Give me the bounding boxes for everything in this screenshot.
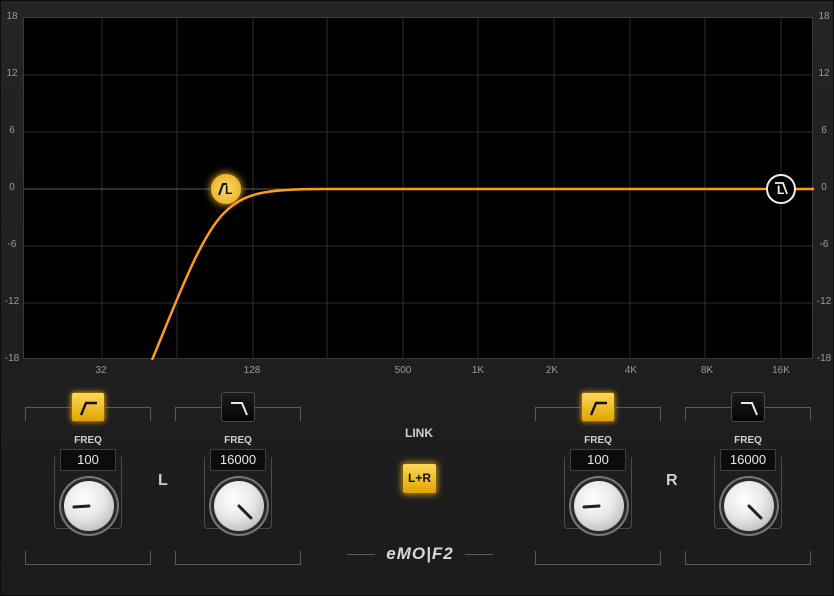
right-lowpass-toggle-button[interactable] bbox=[731, 392, 765, 422]
left-lowpass-freq-knob[interactable] bbox=[214, 481, 264, 531]
db-label-left-minus6: -6 bbox=[7, 239, 17, 250]
right-channel-label: R bbox=[666, 472, 678, 489]
freq-label-500: 500 bbox=[394, 365, 412, 376]
link-lr-button[interactable]: L+R bbox=[402, 463, 437, 494]
response-curve-svg bbox=[24, 18, 814, 360]
left-channel-label: L bbox=[158, 472, 168, 489]
knob-pointer-icon bbox=[237, 504, 253, 520]
lowpass-handle[interactable]: L bbox=[766, 174, 796, 204]
db-label-right-minus12: -12 bbox=[816, 296, 832, 307]
db-label-right-18: 18 bbox=[818, 11, 830, 22]
knob-pointer-icon bbox=[72, 504, 91, 509]
db-label-left-18: 18 bbox=[6, 11, 18, 22]
lowpass-filter-icon bbox=[741, 402, 758, 416]
freq-label-2k: 2K bbox=[545, 365, 559, 376]
highpass-handle-letter: L bbox=[225, 183, 233, 197]
right-highpass-freq-knob[interactable] bbox=[574, 481, 624, 531]
emo-f2-logo: eMO|F2 bbox=[347, 543, 493, 565]
db-label-left-6: 6 bbox=[9, 125, 15, 136]
db-label-left-minus18: -18 bbox=[4, 353, 20, 364]
filter-response-graph[interactable]: L L bbox=[23, 17, 814, 360]
left-highpass-bracket-bottom bbox=[25, 551, 151, 565]
db-label-right-12: 12 bbox=[818, 68, 830, 79]
freq-label-32: 32 bbox=[95, 365, 107, 376]
right-highpass-freq-caption: FREQ bbox=[584, 435, 612, 446]
left-lowpass-bracket-bottom bbox=[175, 551, 301, 565]
db-label-right-minus6: -6 bbox=[819, 239, 829, 250]
left-highpass-freq-knob[interactable] bbox=[64, 481, 114, 531]
left-highpass-freq-caption: FREQ bbox=[74, 435, 102, 446]
highpass-filter-icon bbox=[79, 401, 97, 416]
left-lowpass-freq-caption: FREQ bbox=[224, 435, 252, 446]
freq-label-16k: 16K bbox=[772, 365, 790, 376]
db-label-right-minus18: -18 bbox=[816, 353, 832, 364]
db-label-right-6: 6 bbox=[821, 125, 827, 136]
logo-line-right bbox=[465, 554, 493, 555]
emo-f2-plugin-window: 18 12 6 0 -6 -12 -18 18 12 6 0 -6 -12 -1… bbox=[0, 0, 834, 596]
freq-label-4k: 4K bbox=[624, 365, 638, 376]
logo-line-left bbox=[347, 554, 375, 555]
highpass-handle[interactable]: L bbox=[210, 173, 242, 205]
link-caption: LINK bbox=[405, 426, 433, 440]
response-curve bbox=[150, 187, 814, 360]
db-label-right-0: 0 bbox=[821, 182, 827, 193]
db-label-left-12: 12 bbox=[6, 68, 18, 79]
db-label-left-0: 0 bbox=[9, 182, 15, 193]
right-lowpass-bracket-bottom bbox=[685, 551, 811, 565]
knob-pointer-icon bbox=[582, 504, 601, 509]
right-lowpass-freq-caption: FREQ bbox=[734, 435, 762, 446]
right-highpass-bracket-bottom bbox=[535, 551, 661, 565]
right-lowpass-freq-knob[interactable] bbox=[724, 481, 774, 531]
left-lowpass-toggle-button[interactable] bbox=[221, 392, 255, 422]
logo-text: eMO|F2 bbox=[386, 544, 454, 563]
freq-label-1k: 1K bbox=[471, 365, 485, 376]
freq-label-8k: 8K bbox=[700, 365, 714, 376]
lowpass-handle-letter: L bbox=[777, 183, 785, 197]
right-highpass-toggle-button[interactable] bbox=[581, 392, 615, 422]
knob-pointer-icon bbox=[747, 504, 763, 520]
freq-label-128: 128 bbox=[243, 365, 261, 376]
highpass-filter-icon bbox=[589, 401, 607, 416]
lowpass-filter-icon bbox=[231, 402, 248, 416]
db-label-left-minus12: -12 bbox=[4, 296, 20, 307]
left-highpass-toggle-button[interactable] bbox=[71, 392, 105, 422]
